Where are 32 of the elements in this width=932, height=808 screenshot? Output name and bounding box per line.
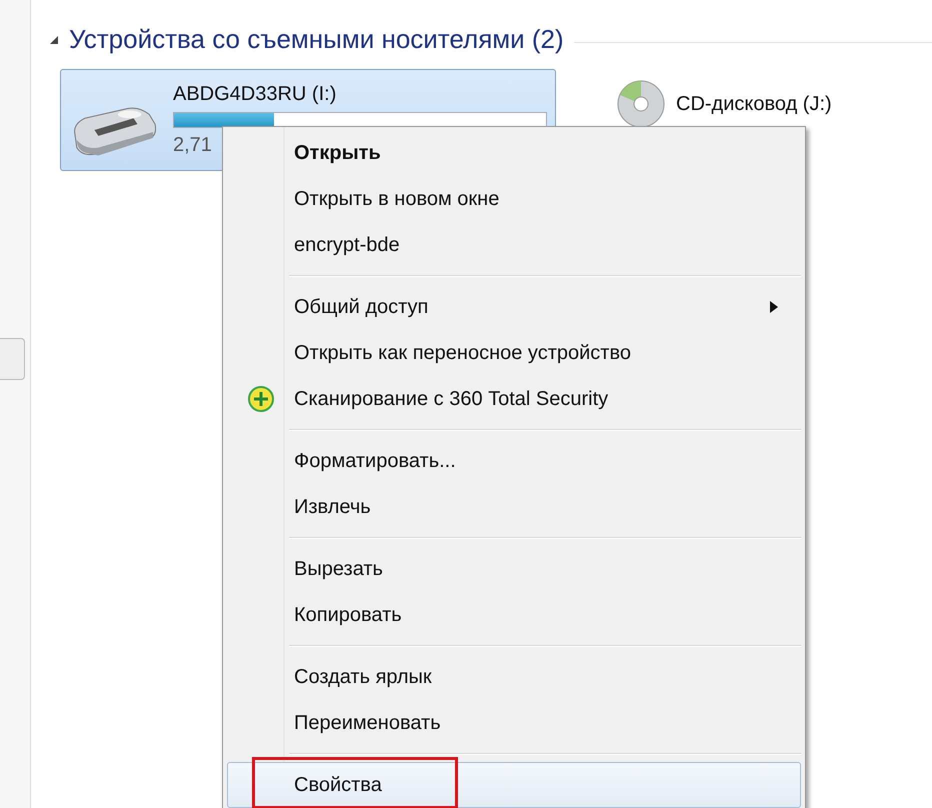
menu-item[interactable]: Вырезать [227, 546, 801, 592]
menu-item-label: Копировать [294, 604, 402, 626]
menu-item-label: Извлечь [294, 496, 371, 518]
menu-item-label: Общий доступ [294, 296, 428, 318]
drive-size: 2,71 [173, 134, 212, 157]
drive-name: ABDG4D33RU (I:) [173, 83, 338, 106]
menu-item[interactable]: Извлечь [227, 484, 801, 530]
menu-item-label: Вырезать [294, 558, 383, 580]
pane-handle[interactable] [0, 338, 25, 380]
submenu-arrow-icon [770, 301, 778, 313]
menu-item-label: Сканирование с 360 Total Security [294, 388, 608, 410]
cd-drive-name: CD-дисковод (J:) [676, 92, 832, 116]
menu-item[interactable]: encrypt-bde [227, 222, 801, 268]
menu-item-label: Переименовать [294, 712, 441, 734]
menu-item[interactable]: Открыть в новом окне [227, 176, 801, 222]
menu-item[interactable]: Создать ярлык [227, 654, 801, 700]
collapse-icon[interactable] [49, 34, 59, 44]
menu-item-label: encrypt-bde [294, 234, 400, 256]
menu-item-label: Свойства [294, 774, 382, 796]
menu-item-label: Открыть [294, 142, 381, 164]
menu-item-label: Создать ярлык [294, 666, 432, 688]
section-title: Устройства со съемными носителями (2) [69, 24, 564, 55]
plus-icon [248, 386, 274, 412]
menu-item-label: Форматировать... [294, 450, 456, 472]
menu-item-label: Открыть в новом окне [294, 188, 500, 210]
menu-item-label: Открыть как переносное устройство [294, 342, 631, 364]
menu-item[interactable]: Сканирование с 360 Total Security [227, 376, 801, 422]
menu-item[interactable]: Копировать [227, 592, 801, 638]
menu-item[interactable]: Переименовать [227, 700, 801, 746]
menu-item[interactable]: Открыть как переносное устройство [227, 330, 801, 376]
menu-item[interactable]: Общий доступ [227, 284, 801, 330]
menu-item[interactable]: Форматировать... [227, 438, 801, 484]
